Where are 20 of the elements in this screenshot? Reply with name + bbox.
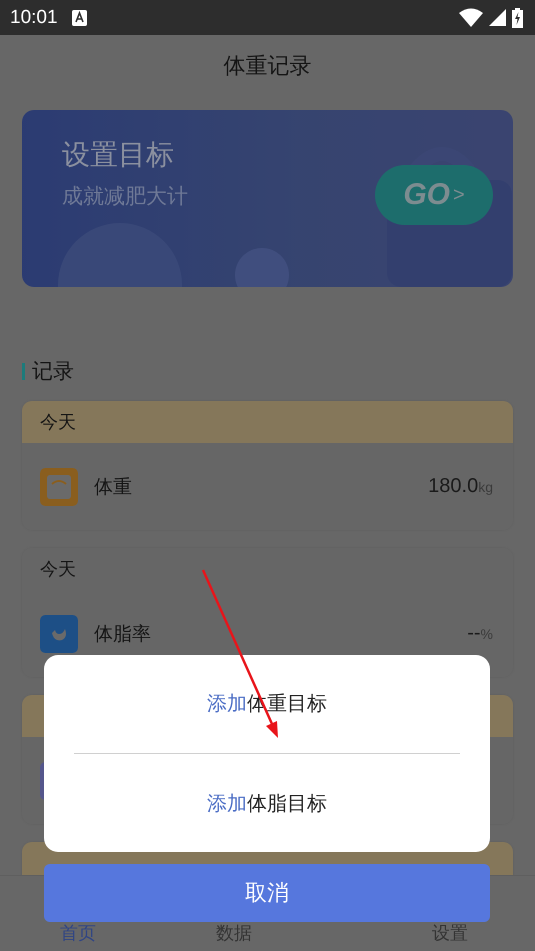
record-date: 今天 xyxy=(40,558,76,581)
wifi-icon xyxy=(459,8,483,27)
battery-icon xyxy=(512,8,523,28)
go-button[interactable]: GO> xyxy=(375,165,493,225)
cancel-button[interactable]: 取消 xyxy=(44,864,490,922)
circle-drawing xyxy=(235,248,289,287)
page-title: 体重记录 xyxy=(224,53,312,81)
clock-time: 10:01 xyxy=(10,6,58,28)
record-name: 体脂率 xyxy=(94,622,152,646)
section-title: 记录 xyxy=(32,358,74,385)
record-date: 今天 xyxy=(40,411,76,434)
notification-icon xyxy=(72,10,87,26)
record-name: 体重 xyxy=(94,474,133,500)
banner-subtitle: 成就减肥大计 xyxy=(62,183,188,210)
signal-icon xyxy=(489,9,506,26)
nav-tab[interactable]: 首页 xyxy=(60,921,96,945)
menu-option[interactable]: 添加体脂目标 xyxy=(74,755,460,852)
banner-title: 设置目标 xyxy=(62,137,175,173)
record-value: --% xyxy=(467,622,493,645)
accent-bar xyxy=(22,362,25,380)
